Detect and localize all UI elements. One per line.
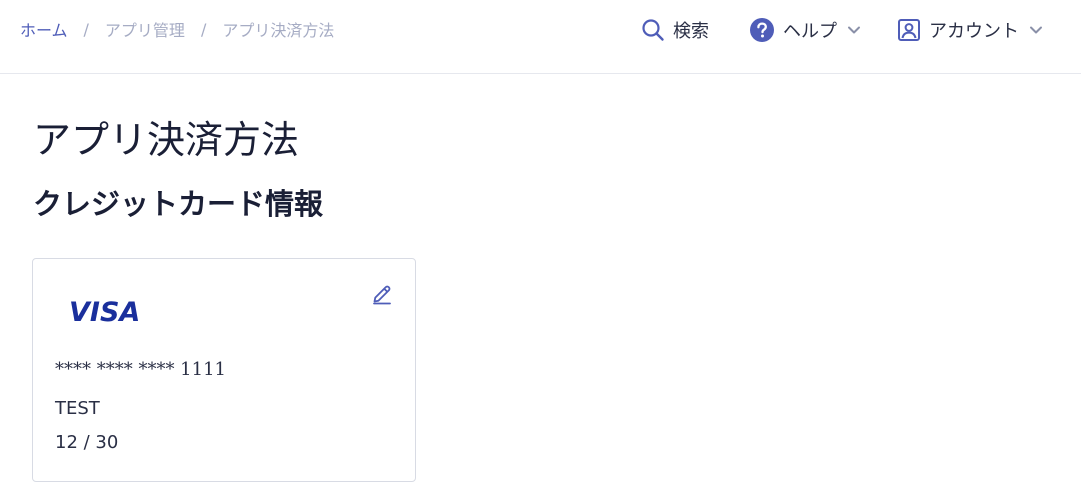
section-title: クレジットカード情報 (33, 187, 324, 221)
breadcrumb-separator: / (83, 19, 89, 39)
breadcrumb-current: アプリ決済方法 (222, 21, 335, 40)
breadcrumb-app-management[interactable]: アプリ管理 (105, 17, 185, 41)
card-number: **** **** **** 1111 (55, 359, 226, 380)
visa-logo: VISA (69, 297, 141, 328)
account-menu[interactable]: アカウント (897, 17, 1043, 43)
card-holder: TEST (55, 398, 100, 419)
breadcrumb-home[interactable]: ホーム (20, 17, 68, 41)
top-bar: ホーム / アプリ管理 / アプリ決済方法 検索 ヘルプ アカウント (0, 0, 1081, 74)
card-expiry: 12 / 30 (55, 432, 119, 453)
help-label: ヘルプ (783, 21, 837, 42)
search-icon (641, 18, 665, 42)
pencil-icon (371, 283, 393, 309)
main-content: アプリ決済方法 クレジットカード情報 (33, 110, 323, 226)
breadcrumb-separator: / (200, 19, 207, 39)
help-circle-icon (749, 17, 775, 43)
account-label: アカウント (929, 21, 1019, 42)
edit-button[interactable] (371, 283, 393, 309)
chevron-down-icon (1029, 25, 1043, 35)
chevron-down-icon (847, 25, 861, 35)
header-nav: 検索 ヘルプ アカウント (641, 14, 1081, 46)
account-icon (897, 18, 921, 42)
help-menu[interactable]: ヘルプ (749, 17, 861, 43)
search-label: 検索 (673, 21, 709, 42)
search-button[interactable]: 検索 (641, 17, 709, 43)
breadcrumb: ホーム / アプリ管理 / アプリ決済方法 (20, 17, 334, 41)
page-title: アプリ決済方法 (33, 118, 300, 162)
credit-card: VISA **** **** **** 1111 TEST 12 / 30 (32, 258, 416, 482)
